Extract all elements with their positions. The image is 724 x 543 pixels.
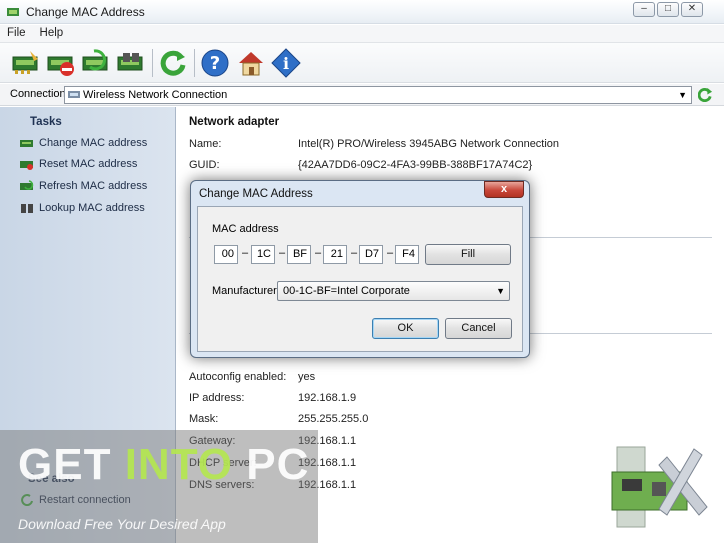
mac-octet-5[interactable]: D7 xyxy=(359,245,383,264)
task-label: Change MAC address xyxy=(39,137,148,149)
task-label: Lookup MAC address xyxy=(39,202,145,214)
ip-value: 255.255.255.0 xyxy=(298,413,369,425)
refresh-connection-icon[interactable] xyxy=(698,87,713,102)
mac-address-label: MAC address xyxy=(212,223,279,235)
manufacturer-value: 00-1C-BF=Intel Corporate xyxy=(283,285,410,297)
manufacturer-label: Manufacturer xyxy=(212,285,277,297)
chevron-down-icon: ▼ xyxy=(496,286,505,296)
home-icon[interactable] xyxy=(235,47,267,79)
mac-octet-3[interactable]: BF xyxy=(287,245,311,264)
connection-bar: Connection: Wireless Network Connection … xyxy=(0,84,724,106)
ip-key: Mask: xyxy=(189,413,219,425)
fill-button[interactable]: Fill xyxy=(425,244,511,265)
task-label: Refresh MAC address xyxy=(39,180,148,192)
close-button[interactable]: ✕ xyxy=(681,2,703,17)
reset-mac-icon[interactable] xyxy=(45,47,77,79)
reset-mac-icon xyxy=(20,161,33,170)
task-label: Reset MAC address xyxy=(39,158,138,170)
mac-octet-1[interactable]: 00 xyxy=(214,245,238,264)
window-title: Change MAC Address xyxy=(26,5,145,19)
watermark-overlay: GET INTO PC Download Free Your Desired A… xyxy=(0,430,318,543)
mac-octet-6[interactable]: F4 xyxy=(395,245,419,264)
name-value: Intel(R) PRO/Wireless 3945ABG Network Co… xyxy=(298,138,560,150)
refresh-mac-icon xyxy=(20,180,34,190)
dialog-close-button[interactable]: x xyxy=(484,181,524,198)
menu-file[interactable]: File xyxy=(0,25,33,41)
octet-separator: – xyxy=(242,247,249,259)
guid-value: {42AA7DD6-09C2-4FA3-99BB-388BF17A74C2} xyxy=(298,159,533,171)
lookup-mac-icon[interactable] xyxy=(115,47,147,79)
refresh-icon[interactable] xyxy=(157,47,189,79)
cancel-button[interactable]: Cancel xyxy=(445,318,512,339)
svg-text:?: ? xyxy=(210,53,220,74)
change-mac-dialog: Change MAC Address x MAC address 00 – 1C… xyxy=(190,180,530,358)
ip-value: yes xyxy=(298,371,316,383)
dialog-body: MAC address 00 – 1C – BF – 21 – D7 – F4 … xyxy=(197,206,523,352)
tasks-header: Tasks xyxy=(30,116,62,128)
mac-octet-4[interactable]: 21 xyxy=(323,245,347,264)
watermark-part: GET xyxy=(18,440,125,489)
help-icon[interactable]: ? xyxy=(199,47,231,79)
manufacturer-select[interactable]: 00-1C-BF=Intel Corporate ▼ xyxy=(277,281,510,301)
ip-key: IP address: xyxy=(189,392,245,404)
octet-separator: – xyxy=(351,247,358,259)
ok-button[interactable]: OK xyxy=(372,318,439,339)
ip-key: Autoconfig enabled: xyxy=(189,371,287,383)
info-icon[interactable]: i xyxy=(270,47,302,79)
chevron-down-icon: ▼ xyxy=(678,90,687,100)
toolbar: ? i xyxy=(0,43,724,83)
minimize-button[interactable]: – xyxy=(633,2,655,17)
menu-help[interactable]: Help xyxy=(33,25,71,41)
toolbar-separator xyxy=(152,49,153,77)
change-mac-icon xyxy=(20,140,33,147)
toolbar-separator xyxy=(194,49,195,77)
guid-label: GUID: xyxy=(189,159,220,171)
watermark-logo: GET INTO PC xyxy=(18,440,309,490)
octet-separator: – xyxy=(387,247,394,259)
menu-bar: File Help xyxy=(0,25,724,43)
name-label: Name: xyxy=(189,138,222,150)
octet-separator: – xyxy=(315,247,322,259)
connection-select[interactable]: Wireless Network Connection ▼ xyxy=(64,86,692,104)
title-bar: Change MAC Address – □ ✕ xyxy=(0,0,724,24)
octet-separator: – xyxy=(279,247,286,259)
connection-value: Wireless Network Connection xyxy=(83,89,228,101)
watermark-part: PC xyxy=(233,440,310,489)
mac-octet-2[interactable]: 1C xyxy=(251,245,275,264)
app-icon xyxy=(7,8,19,16)
network-adapter-header: Network adapter xyxy=(189,116,280,128)
maximize-button[interactable]: □ xyxy=(657,2,679,17)
change-mac-icon[interactable] xyxy=(10,47,42,79)
dialog-title: Change MAC Address xyxy=(199,188,313,200)
network-card-illustration xyxy=(611,446,708,528)
svg-text:i: i xyxy=(283,54,289,73)
connection-label: Connection: xyxy=(10,88,69,100)
watermark-tagline: Download Free Your Desired App xyxy=(18,516,226,532)
ip-value: 192.168.1.9 xyxy=(298,392,357,404)
watermark-part: INTO xyxy=(124,440,233,489)
refresh-mac-icon[interactable] xyxy=(80,47,112,79)
network-icon xyxy=(68,91,80,98)
binoculars-icon xyxy=(21,204,33,213)
